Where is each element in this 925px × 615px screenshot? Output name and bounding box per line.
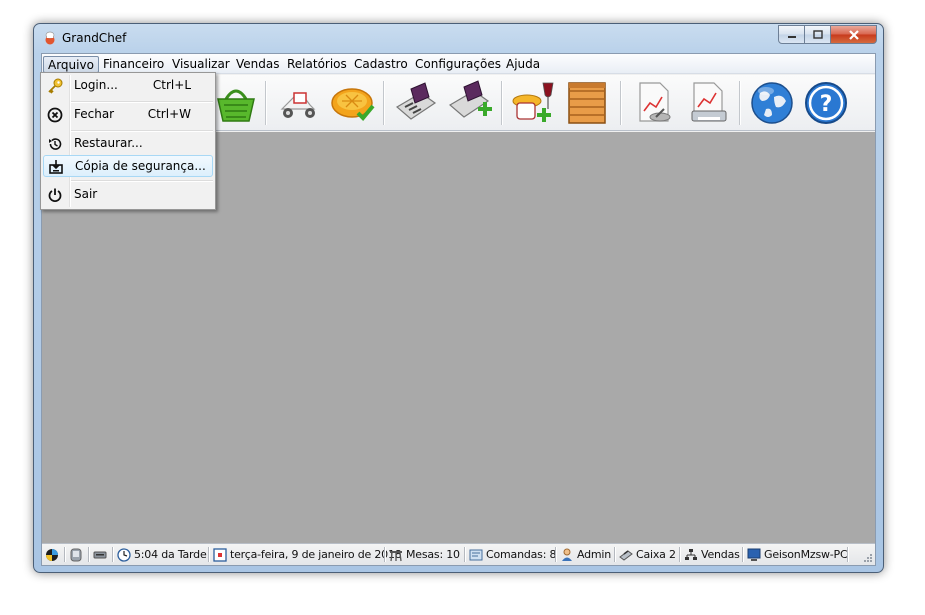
window-title: GrandChef xyxy=(62,31,127,45)
pizza-check-icon[interactable] xyxy=(328,79,376,127)
menu-item-login[interactable]: Login... Ctrl+L xyxy=(43,75,213,97)
menu-relatorios[interactable]: Relatórios xyxy=(283,56,351,73)
toolbar-separator xyxy=(501,81,502,125)
calendar-icon xyxy=(213,547,227,562)
close-circle-icon xyxy=(47,107,63,123)
wooden-crate-icon[interactable] xyxy=(563,79,611,127)
status-computer: GeisonMzsw-PC xyxy=(747,546,848,563)
cash-register-add-icon[interactable] xyxy=(446,79,494,127)
status-orders: Comandas: 8 xyxy=(469,546,556,563)
maximize-icon xyxy=(812,30,823,39)
menu-item-label: Restaurar... xyxy=(74,136,143,150)
cash-drawer-icon xyxy=(619,549,633,561)
minimize-button[interactable] xyxy=(778,25,805,44)
network-icon xyxy=(685,548,697,560)
food-drink-add-icon[interactable] xyxy=(509,79,557,127)
help-icon[interactable]: ? xyxy=(802,79,850,127)
menu-item-restaurar[interactable]: Restaurar... xyxy=(43,133,213,155)
menu-bar: Arquivo Financeiro Visualizar Vendas Rel… xyxy=(42,54,875,74)
backup-icon xyxy=(49,160,63,174)
resize-grip-icon[interactable] xyxy=(863,553,873,563)
shopping-basket-icon[interactable] xyxy=(212,79,260,127)
minimize-icon xyxy=(787,35,796,38)
menu-arquivo[interactable]: Arquivo xyxy=(43,56,99,73)
cash-register-icon[interactable] xyxy=(391,79,439,127)
status-phone xyxy=(69,546,83,563)
status-tables: Mesas: 10 xyxy=(389,546,460,563)
mode-text: Vendas xyxy=(701,548,740,561)
menu-item-label: Sair xyxy=(74,187,98,201)
arquivo-dropdown-menu: Login... Ctrl+L Fechar Ctrl+W Restaurar.… xyxy=(40,72,216,210)
computer-text: GeisonMzsw-PC xyxy=(764,548,848,561)
title-bar[interactable]: GrandChef xyxy=(34,24,883,52)
status-clock: 5:04 da Tarde xyxy=(117,546,207,563)
menu-item-copia-de-seguranca[interactable]: Cópia de segurança... xyxy=(43,155,213,177)
status-mode: Vendas xyxy=(684,546,740,563)
connection-status-icon xyxy=(46,548,58,561)
table-icon xyxy=(390,550,402,561)
status-user: Admin xyxy=(560,546,611,563)
delivery-scooter-icon[interactable] xyxy=(274,79,322,127)
status-bar: 5:04 da Tarde terça-feira, 9 de janeiro … xyxy=(42,543,875,565)
chef-hat-icon xyxy=(45,31,55,45)
menu-item-shortcut: Ctrl+L xyxy=(152,78,191,92)
cashier-text: Caixa 2 xyxy=(636,548,676,561)
menu-item-shortcut: Ctrl+W xyxy=(147,107,191,121)
date-text: terça-feira, 9 de janeiro de 2018 xyxy=(230,548,402,561)
report-printer-icon[interactable] xyxy=(684,79,732,127)
clock-icon xyxy=(117,547,131,562)
status-date: terça-feira, 9 de janeiro de 2018 xyxy=(213,546,402,563)
user-icon xyxy=(562,548,572,561)
toolbar-separator xyxy=(620,81,621,125)
restore-icon xyxy=(49,138,62,150)
close-button[interactable] xyxy=(831,25,877,44)
menu-item-label: Cópia de segurança... xyxy=(75,159,206,173)
menu-visualizar[interactable]: Visualizar xyxy=(168,56,234,73)
tables-text: Mesas: 10 xyxy=(406,548,460,561)
orders-text: Comandas: 8 xyxy=(486,548,557,561)
menu-ajuda[interactable]: Ajuda xyxy=(502,56,544,73)
toolbar-separator xyxy=(383,81,384,125)
status-card-reader xyxy=(93,546,107,563)
menu-vendas[interactable]: Vendas xyxy=(232,56,284,73)
phone-icon xyxy=(70,548,82,561)
menu-item-label: Login... xyxy=(74,78,118,92)
svg-text:?: ? xyxy=(820,92,833,117)
computer-icon xyxy=(747,548,761,561)
menu-item-label: Fechar xyxy=(74,107,115,121)
power-icon xyxy=(48,188,62,202)
menu-configuracoes[interactable]: Configurações xyxy=(411,56,505,73)
report-chart-icon[interactable] xyxy=(630,79,678,127)
toolbar-separator xyxy=(739,81,740,125)
card-reader-icon xyxy=(93,551,107,558)
menu-cadastro[interactable]: Cadastro xyxy=(350,56,412,73)
key-icon xyxy=(48,78,63,94)
user-text: Admin xyxy=(577,548,612,561)
order-card-icon xyxy=(469,549,483,560)
toolbar-separator xyxy=(265,81,266,125)
globe-icon[interactable] xyxy=(748,79,796,127)
menu-item-fechar[interactable]: Fechar Ctrl+W xyxy=(43,104,213,126)
menu-financeiro[interactable]: Financeiro xyxy=(99,56,168,73)
menu-item-sair[interactable]: Sair xyxy=(43,184,213,206)
status-connection xyxy=(45,546,59,563)
close-icon xyxy=(848,29,859,40)
status-cashier: Caixa 2 xyxy=(619,546,676,563)
clock-text: 5:04 da Tarde xyxy=(134,548,207,561)
maximize-button[interactable] xyxy=(805,25,831,44)
